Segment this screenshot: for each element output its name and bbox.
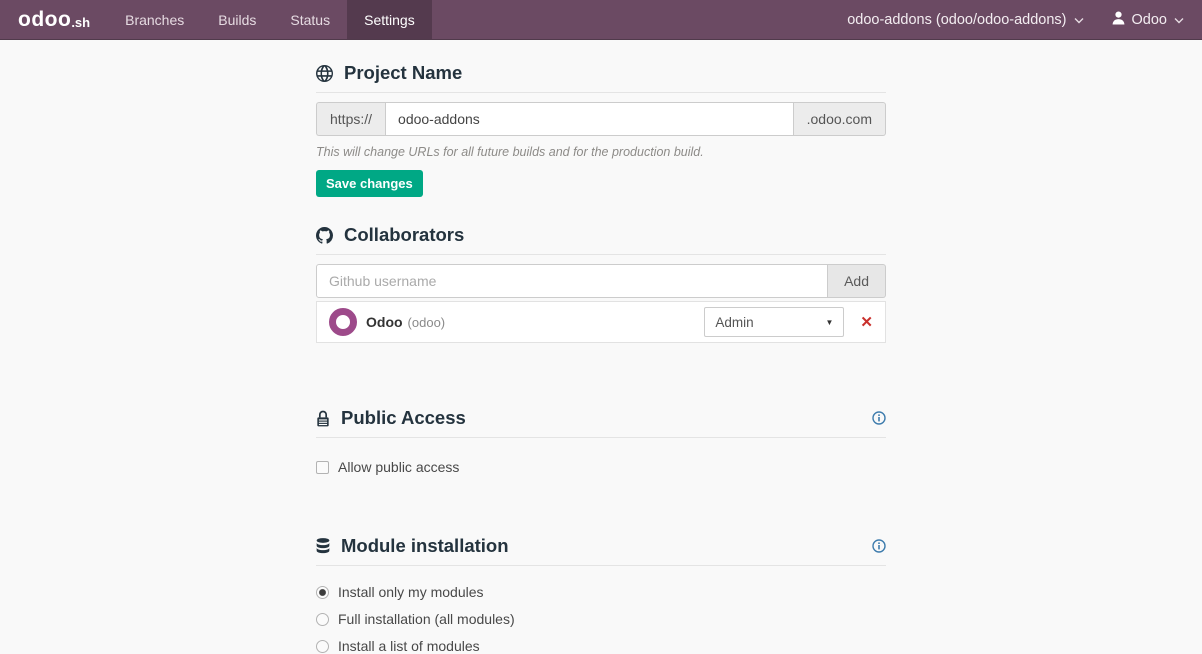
collaborators-title-row: Collaborators — [316, 224, 886, 255]
remove-collaborator-icon[interactable]: ✕ — [860, 315, 873, 330]
install-list-of-modules-label[interactable]: Install a list of modules — [338, 638, 480, 654]
url-suffix-addon: .odoo.com — [794, 102, 886, 136]
module-installation-title: Module installation — [341, 535, 509, 557]
allow-public-access-label[interactable]: Allow public access — [338, 459, 459, 475]
role-select-value: Admin — [715, 315, 753, 330]
install-only-my-modules-label[interactable]: Install only my modules — [338, 584, 484, 600]
navbar-right: odoo-addons (odoo/odoo-addons) Odoo — [847, 0, 1202, 39]
chevron-down-icon — [1074, 12, 1084, 28]
globe-icon — [316, 65, 333, 82]
save-changes-button[interactable]: Save changes — [316, 170, 423, 197]
user-name-label: Odoo — [1132, 12, 1167, 28]
github-username-input[interactable] — [316, 264, 828, 298]
option-install-list-of-modules: Install a list of modules — [316, 638, 886, 654]
section-module-installation: Module installation Install only my modu… — [316, 535, 886, 654]
allow-public-access-row: Allow public access — [316, 459, 886, 475]
project-url-input-group: https:// .odoo.com — [316, 102, 886, 136]
logo-suffix: .sh — [71, 15, 90, 30]
project-name-input[interactable] — [385, 102, 794, 136]
tab-status[interactable]: Status — [273, 0, 347, 39]
allow-public-access-checkbox[interactable] — [316, 461, 329, 474]
public-access-title: Public Access — [341, 407, 466, 429]
top-navbar: odoo.sh Branches Builds Status Settings … — [0, 0, 1202, 40]
tab-branches[interactable]: Branches — [108, 0, 201, 39]
section-project-name: Project Name https:// .odoo.com This wil… — [316, 62, 886, 197]
github-icon — [316, 227, 333, 244]
section-public-access: Public Access Allow public access — [316, 407, 886, 475]
tab-settings[interactable]: Settings — [347, 0, 432, 39]
module-installation-title-row: Module installation — [316, 535, 886, 566]
tab-builds[interactable]: Builds — [201, 0, 273, 39]
collaborators-title: Collaborators — [344, 224, 464, 246]
install-only-my-modules-radio[interactable] — [316, 586, 329, 599]
module-installation-info-icon[interactable] — [872, 539, 886, 553]
nav-tabs: Branches Builds Status Settings — [108, 0, 432, 39]
project-name-title-row: Project Name — [316, 62, 886, 93]
add-collaborator-button[interactable]: Add — [828, 264, 886, 298]
url-prefix-addon: https:// — [316, 102, 385, 136]
collaborator-login: (odoo) — [408, 315, 446, 330]
user-menu-dropdown[interactable]: Odoo — [1112, 11, 1184, 29]
project-name-title: Project Name — [344, 62, 462, 84]
database-icon — [316, 538, 330, 555]
public-access-info-icon[interactable] — [872, 411, 886, 425]
collaborator-avatar — [329, 308, 357, 336]
project-name-help-text: This will change URLs for all future bui… — [316, 145, 886, 159]
collaborator-actions: Admin ▼ ✕ — [704, 307, 873, 337]
full-installation-radio[interactable] — [316, 613, 329, 626]
option-full-installation: Full installation (all modules) — [316, 611, 886, 627]
user-icon — [1112, 11, 1125, 29]
option-install-only-my-modules: Install only my modules — [316, 584, 886, 600]
chevron-down-icon — [1174, 12, 1184, 28]
logo-text: odoo — [18, 8, 71, 32]
public-access-title-row: Public Access — [316, 407, 886, 438]
odoosh-logo[interactable]: odoo.sh — [0, 0, 108, 39]
add-collaborator-input-group: Add — [316, 264, 886, 298]
section-collaborators: Collaborators Add Odoo (odoo) Admin ▼ ✕ — [316, 224, 886, 343]
project-selector-dropdown[interactable]: odoo-addons (odoo/odoo-addons) — [847, 12, 1083, 28]
module-installation-options: Install only my modules Full installatio… — [316, 584, 886, 654]
lock-icon — [316, 410, 330, 427]
collaborator-row: Odoo (odoo) Admin ▼ ✕ — [316, 301, 886, 343]
role-select[interactable]: Admin ▼ — [704, 307, 844, 337]
select-caret-icon: ▼ — [826, 318, 834, 327]
project-selector-label: odoo-addons (odoo/odoo-addons) — [847, 12, 1066, 28]
collaborator-name: Odoo — [366, 314, 403, 330]
full-installation-label[interactable]: Full installation (all modules) — [338, 611, 515, 627]
install-list-of-modules-radio[interactable] — [316, 640, 329, 653]
